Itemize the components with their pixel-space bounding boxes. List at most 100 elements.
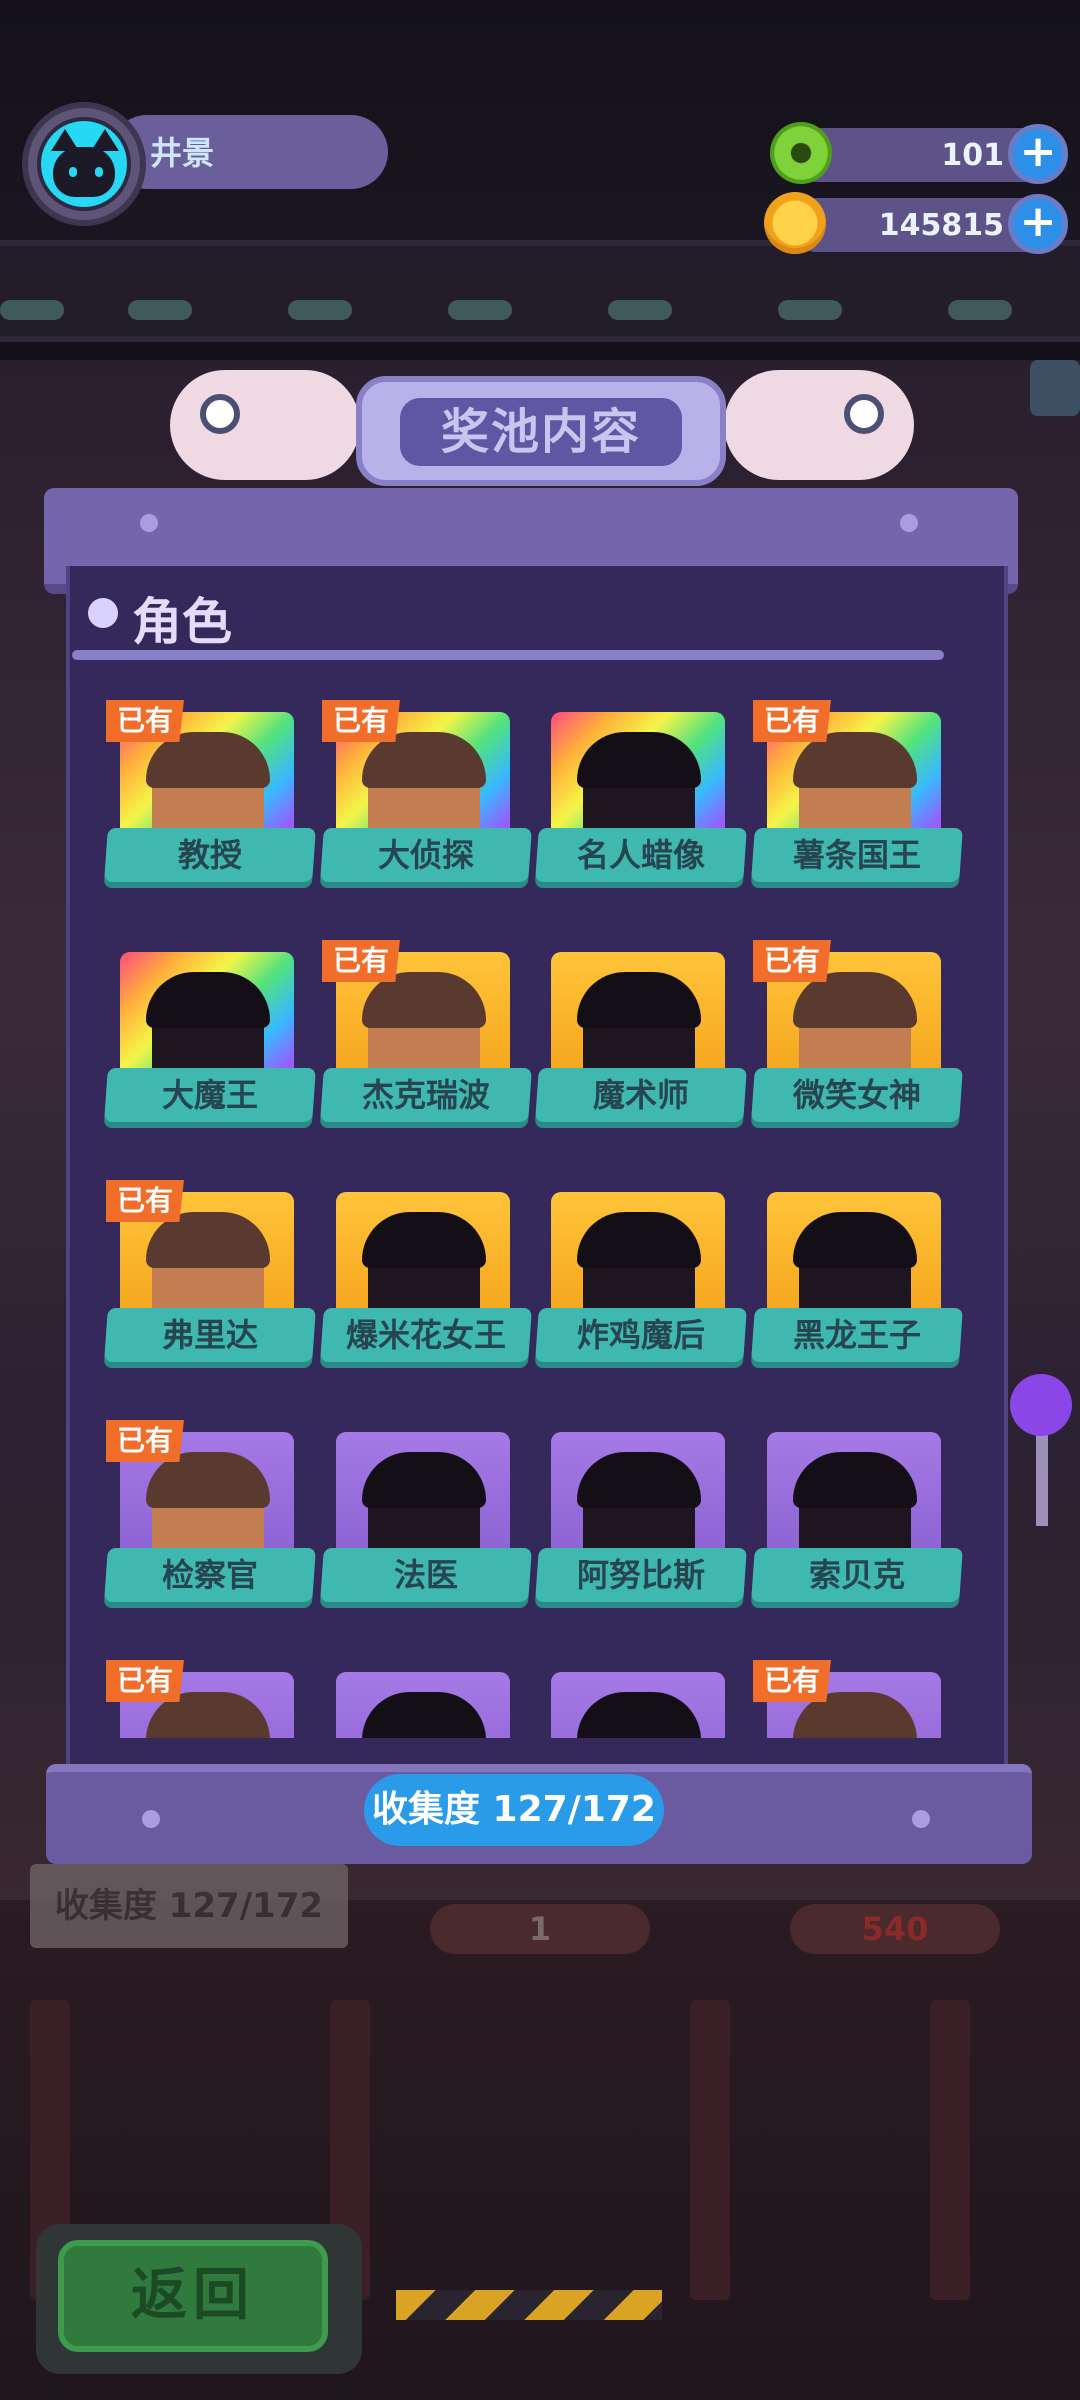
character-card[interactable]: 已有薯条国王: [751, 700, 963, 900]
character-name-plate: 魔术师: [535, 1068, 747, 1122]
rivet: [912, 1810, 930, 1828]
character-name-plate: 法医: [320, 1548, 532, 1602]
avatar[interactable]: [22, 102, 146, 226]
owned-badge: 已有: [322, 940, 400, 982]
joystick-ball-icon: [1010, 1374, 1072, 1436]
character-name-plate: 炸鸡魔后: [535, 1308, 747, 1362]
character-card[interactable]: 爆米花女王: [320, 1180, 532, 1380]
character-card[interactable]: 法医: [320, 1420, 532, 1620]
character-silhouette-icon: [577, 1692, 701, 1738]
character-name-plate: 阿努比斯: [535, 1548, 747, 1602]
character-name: 弗里达: [161, 1316, 258, 1354]
background-collection-sign: 收集度 127/172: [30, 1864, 348, 1948]
player-name: 井景: [150, 134, 215, 172]
coin-count: 145815: [878, 208, 1004, 243]
character-silhouette-icon: [362, 1692, 486, 1738]
section-bullet: [88, 598, 118, 628]
fish-decoration-right: [724, 370, 914, 480]
character-name: 薯条国王: [792, 836, 921, 874]
character-card[interactable]: 黑龙王子: [751, 1180, 963, 1380]
gold-planet-coin-icon: [764, 192, 826, 254]
character-card[interactable]: 已有大侦探: [320, 700, 532, 900]
background-counter-right: 540: [790, 1904, 1000, 1954]
clip-handle: [1030, 360, 1080, 416]
character-name: 微笑女神: [792, 1076, 921, 1114]
character-name-plate: 黑龙王子: [751, 1308, 963, 1362]
owned-badge: 已有: [106, 1420, 184, 1462]
character-name-plate: 大侦探: [320, 828, 532, 882]
owned-badge: 已有: [322, 700, 400, 742]
character-card[interactable]: 已有 弗里达: [104, 1180, 316, 1380]
character-name: 魔术师: [592, 1076, 689, 1114]
character-card[interactable]: [537, 1660, 747, 1738]
owned-badge: 已有: [106, 1660, 184, 1702]
character-name-plate: 教授: [104, 828, 316, 882]
character-figure-icon: [793, 1692, 917, 1738]
add-coin-button[interactable]: +: [1008, 194, 1068, 254]
character-name-plate: 弗里达: [104, 1308, 316, 1362]
character-card[interactable]: 阿努比斯: [535, 1420, 747, 1620]
character-name: 名人蜡像: [576, 836, 705, 874]
character-card[interactable]: 索贝克: [751, 1420, 963, 1620]
panel-title-plate: 奖池内容: [356, 376, 726, 486]
curtain-fold: [930, 2000, 970, 2300]
collection-progress: 收集度 127/172: [364, 1774, 664, 1846]
character-name: 阿努比斯: [576, 1556, 705, 1594]
character-card[interactable]: 已有 教授: [104, 700, 316, 900]
rivet: [900, 514, 918, 532]
character-card[interactable]: 已有杰克瑞波: [320, 940, 532, 1140]
character-card[interactable]: 已有微笑女神: [751, 940, 963, 1140]
character-figure-icon: [146, 1692, 270, 1738]
donut-count: 101: [941, 138, 1004, 173]
panel-title: 奖池内容: [400, 398, 682, 466]
character-card[interactable]: 已有: [106, 1660, 316, 1738]
fish-decoration-left: [170, 370, 360, 480]
hazard-stripe: [396, 2290, 662, 2320]
green-donut-icon: [770, 122, 832, 184]
character-card[interactable]: 炸鸡魔后: [535, 1180, 747, 1380]
fish-eye-icon: [844, 394, 884, 434]
character-name-plate: 索贝克: [751, 1548, 963, 1602]
character-name-plate: 检察官: [104, 1548, 316, 1602]
rivet: [142, 1810, 160, 1828]
ceiling-strip: [0, 240, 1080, 342]
section-divider: [72, 650, 944, 660]
character-name: 杰克瑞波: [361, 1076, 490, 1114]
ceiling-lamp: [288, 300, 352, 320]
section-title: 角色: [132, 593, 232, 651]
character-name: 黑龙王子: [792, 1316, 921, 1354]
curtain-fold: [690, 2000, 730, 2300]
character-card[interactable]: [322, 1660, 532, 1738]
character-name: 大魔王: [161, 1076, 258, 1114]
character-card[interactable]: 魔术师: [535, 940, 747, 1140]
character-name-plate: 微笑女神: [751, 1068, 963, 1122]
ceiling-lamp: [778, 300, 842, 320]
back-button[interactable]: 返回: [58, 2240, 328, 2352]
cat-avatar-icon: [37, 117, 131, 211]
character-portrait: [551, 1672, 725, 1738]
character-name-plate: 大魔王: [104, 1068, 316, 1122]
character-name: 索贝克: [808, 1556, 905, 1594]
ceiling-lamp: [448, 300, 512, 320]
character-name: 大侦探: [377, 836, 474, 874]
character-name-plate: 名人蜡像: [535, 828, 747, 882]
background-counter-left: 1: [430, 1904, 650, 1954]
owned-badge: 已有: [753, 700, 831, 742]
character-card[interactable]: 已有检察官: [104, 1420, 316, 1620]
owned-badge: 已有: [753, 1660, 831, 1702]
character-portrait: [336, 1672, 510, 1738]
character-name: 法医: [393, 1556, 458, 1594]
rivet: [140, 514, 158, 532]
owned-badge: 已有: [106, 700, 184, 742]
character-card[interactable]: 大魔王: [104, 940, 316, 1140]
add-donut-button[interactable]: +: [1008, 124, 1068, 184]
owned-badge: 已有: [753, 940, 831, 982]
fish-eye-icon: [200, 394, 240, 434]
ceiling-lamp: [0, 300, 64, 320]
ceiling-lamp: [128, 300, 192, 320]
character-name: 检察官: [161, 1556, 258, 1594]
character-card[interactable]: 已有: [753, 1660, 963, 1738]
character-card[interactable]: 名人蜡像: [535, 700, 747, 900]
character-name: 炸鸡魔后: [576, 1316, 705, 1354]
character-grid[interactable]: 已有 教授 已有 大侦探 名人蜡像 已有 薯条国王 大魔王 已有 杰克瑞波 魔术师 已有 微笑女神 已有弗…: [66, 700, 1000, 1738]
